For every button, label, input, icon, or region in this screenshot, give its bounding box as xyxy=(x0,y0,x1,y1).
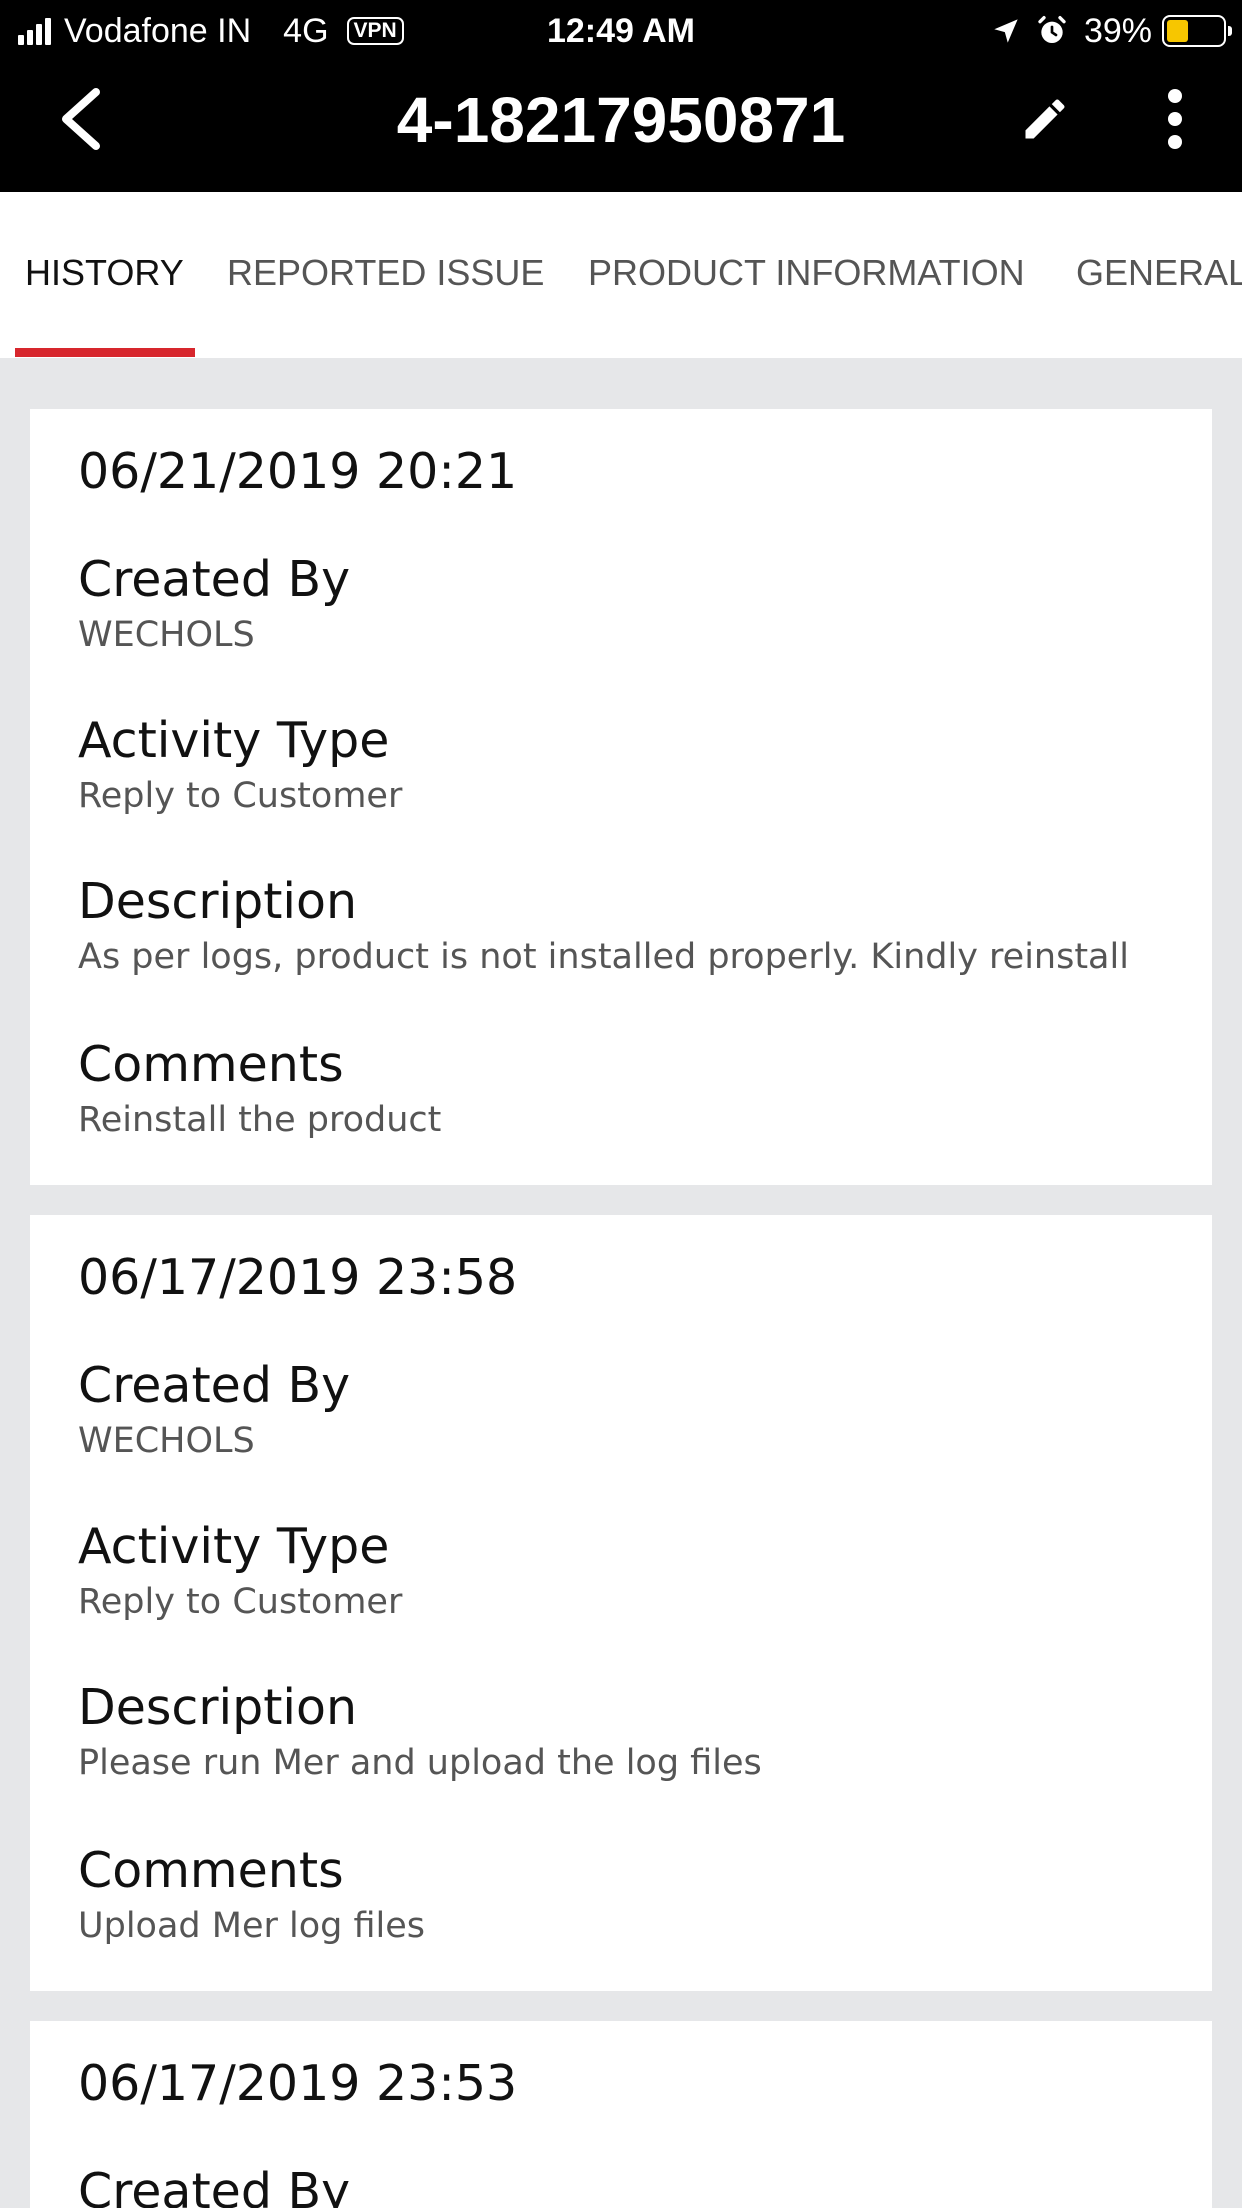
field-description: Description Please run Mer and upload th… xyxy=(78,1679,1178,1787)
tab-bar: HISTORY REPORTED ISSUE PRODUCT INFORMATI… xyxy=(0,192,1242,358)
field-label: Created By xyxy=(78,551,351,608)
field-value: Please run Mer and upload the log files xyxy=(78,1743,762,1783)
field-description: Description As per logs, product is not … xyxy=(78,873,1178,981)
history-card: 06/21/2019 20:21 Created By WECHOLS Acti… xyxy=(30,409,1212,1185)
field-label: Comments xyxy=(78,1842,344,1899)
field-value: WECHOLS xyxy=(78,1421,255,1461)
more-options-button[interactable] xyxy=(1150,84,1200,154)
active-tab-indicator xyxy=(15,348,195,357)
field-activity-type: Activity Type Reply to Customer xyxy=(78,1518,1178,1626)
field-label: Created By xyxy=(78,2163,351,2208)
chevron-left-icon xyxy=(62,88,100,150)
field-created-by: Created By WECHOLS xyxy=(78,1357,1178,1465)
field-value: Reply to Customer xyxy=(78,776,403,816)
back-button[interactable] xyxy=(40,76,120,162)
alarm-icon xyxy=(1038,16,1066,43)
history-date: 06/21/2019 20:21 xyxy=(78,443,518,500)
battery-percent: 39% xyxy=(1083,11,1152,50)
history-card: 06/17/2019 23:53 Created By xyxy=(30,2021,1212,2208)
nav-bar: 4-18217950871 xyxy=(0,62,1242,192)
tab-general[interactable]: GENERAL xyxy=(1076,252,1242,294)
history-date: 06/17/2019 23:58 xyxy=(78,1249,518,1306)
field-value: Upload Mer log files xyxy=(78,1906,426,1946)
tab-product-information[interactable]: PRODUCT INFORMATION xyxy=(588,252,1025,294)
top-bar: Vodafone IN 4G VPN 12:49 AM 39% 4-182179… xyxy=(0,0,1242,192)
battery-icon xyxy=(1162,15,1232,47)
field-comments: Comments Upload Mer log files xyxy=(78,1842,1178,1950)
history-date: 06/17/2019 23:53 xyxy=(78,2055,518,2112)
field-label: Activity Type xyxy=(78,1518,390,1575)
field-label: Activity Type xyxy=(78,712,390,769)
field-value: As per logs, product is not installed pr… xyxy=(78,937,1129,977)
field-comments: Comments Reinstall the product xyxy=(78,1036,1178,1144)
field-created-by: Created By xyxy=(78,2163,1178,2208)
tab-reported-issue[interactable]: REPORTED ISSUE xyxy=(227,252,544,294)
field-label: Created By xyxy=(78,1357,351,1414)
field-created-by: Created By WECHOLS xyxy=(78,551,1178,659)
status-right: 39% xyxy=(992,10,1232,52)
field-activity-type: Activity Type Reply to Customer xyxy=(78,712,1178,820)
field-value: Reinstall the product xyxy=(78,1100,442,1140)
battery-level xyxy=(1167,20,1189,42)
edit-button[interactable] xyxy=(1010,84,1080,154)
history-card: 06/17/2019 23:58 Created By WECHOLS Acti… xyxy=(30,1215,1212,1991)
tab-history[interactable]: HISTORY xyxy=(25,252,184,294)
more-vertical-icon xyxy=(1168,89,1182,149)
field-value: WECHOLS xyxy=(78,615,255,655)
field-label: Description xyxy=(78,1679,358,1736)
status-bar: Vodafone IN 4G VPN 12:49 AM 39% xyxy=(0,0,1242,62)
pencil-icon xyxy=(1025,99,1065,139)
field-label: Description xyxy=(78,873,358,930)
location-arrow-icon xyxy=(994,19,1018,43)
field-label: Comments xyxy=(78,1036,344,1093)
field-value: Reply to Customer xyxy=(78,1582,403,1622)
